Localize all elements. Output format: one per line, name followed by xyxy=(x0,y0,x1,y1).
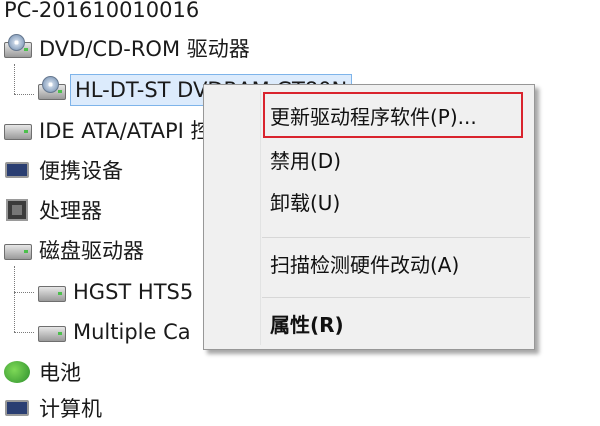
menu-item-scan-hardware[interactable]: 扫描检测硬件改动(A) xyxy=(270,247,459,279)
menu-icon-strip xyxy=(260,89,261,345)
tree-line xyxy=(14,292,34,293)
menu-separator xyxy=(262,237,530,238)
tree-line xyxy=(14,94,34,95)
cdrom-drive-icon xyxy=(2,33,32,63)
menu-item-disable[interactable]: 禁用(D) xyxy=(270,143,341,175)
tree-item-portable[interactable]: 便携设备 xyxy=(2,152,123,188)
tree-item-label: HGST HTS5 xyxy=(73,280,194,304)
computer-icon xyxy=(2,393,32,423)
tree-item-label: 磁盘驱动器 xyxy=(39,239,144,263)
tree-item-label: 电池 xyxy=(39,361,81,385)
tree-item-dvd-cdrom[interactable]: DVD/CD-ROM 驱动器 xyxy=(2,30,250,66)
menu-item-uninstall[interactable]: 卸载(U) xyxy=(270,185,340,217)
menu-separator xyxy=(262,297,530,298)
tree-item-label: 处理器 xyxy=(39,199,102,223)
cdrom-drive-icon xyxy=(36,75,66,105)
disk-drive-icon xyxy=(36,317,66,347)
tree-item-label: DVD/CD-ROM 驱动器 xyxy=(39,37,250,61)
menu-item-properties[interactable]: 属性(R) xyxy=(270,307,344,339)
tree-item-disk-drives[interactable]: 磁盘驱动器 xyxy=(2,232,144,268)
battery-icon xyxy=(2,357,32,387)
tree-line xyxy=(14,332,34,333)
tree-item-disk-2[interactable]: Multiple Ca xyxy=(36,314,191,350)
highlight-box xyxy=(263,92,523,138)
disk-drive-icon xyxy=(2,235,32,265)
tree-line xyxy=(14,64,15,94)
tree-item-label: 便携设备 xyxy=(39,159,123,183)
tree-item-disk-1[interactable]: HGST HTS5 xyxy=(36,274,193,310)
tree-item-label: Multiple Ca xyxy=(73,320,191,344)
tree-item-computer[interactable]: 计算机 xyxy=(2,390,102,426)
context-menu: 更新驱动程序软件(P)... 禁用(D) 卸载(U) 扫描检测硬件改动(A) 属… xyxy=(203,84,535,350)
tree-item-battery[interactable]: 电池 xyxy=(2,354,81,390)
computer-name[interactable]: PC-201610010016 xyxy=(4,0,199,22)
disk-drive-icon xyxy=(36,277,66,307)
tree-item-processor[interactable]: 处理器 xyxy=(2,192,102,228)
portable-device-icon xyxy=(2,155,32,185)
tree-item-label: 计算机 xyxy=(39,397,102,421)
ide-controller-icon xyxy=(2,115,32,145)
processor-icon xyxy=(2,195,32,225)
tree-line xyxy=(14,266,15,332)
